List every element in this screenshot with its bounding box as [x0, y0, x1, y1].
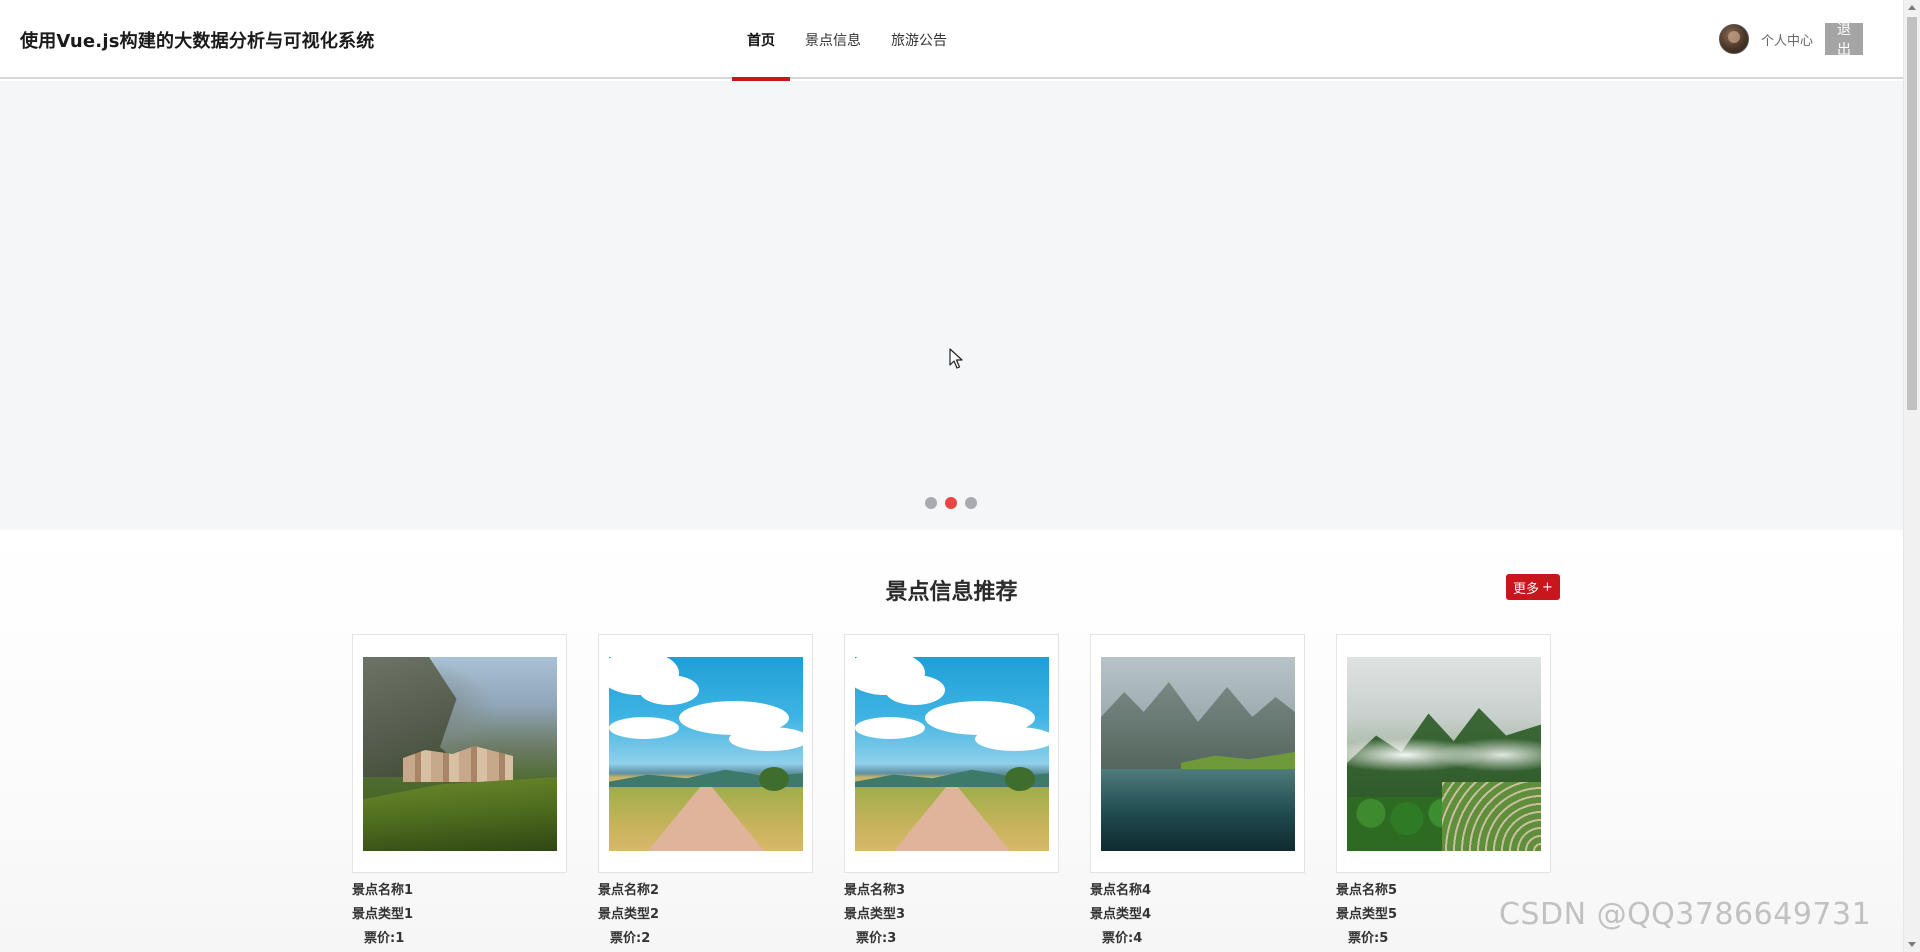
scrollbar-thumb[interactable]: [1907, 17, 1917, 410]
attraction-name[interactable]: 景点名称4: [1090, 879, 1305, 903]
attraction-image-cliff-village[interactable]: [363, 657, 557, 851]
profile-link[interactable]: 个人中心: [1761, 30, 1813, 49]
page-scrollbar[interactable]: [1903, 0, 1920, 952]
site-title: 使用Vue.js构建的大数据分析与可视化系统: [20, 31, 375, 52]
carousel-dot-3[interactable]: [965, 497, 977, 509]
attraction-price: 票价:4: [1102, 931, 1143, 946]
attraction-price: 票价:3: [856, 931, 897, 946]
card-image-frame: [598, 634, 813, 873]
user-area: 个人中心 退出: [1718, 21, 1863, 57]
attraction-name[interactable]: 景点名称1: [352, 879, 567, 903]
attraction-card[interactable]: 景点名称3 景点类型3 票价:3: [844, 634, 1059, 951]
attraction-name[interactable]: 景点名称2: [598, 879, 813, 903]
logout-button[interactable]: 退出: [1825, 21, 1863, 57]
nav-item-label: 景点信息: [805, 32, 861, 49]
attraction-price: 票价:1: [364, 931, 405, 946]
nav-item-label: 旅游公告: [891, 32, 947, 49]
card-info: 景点名称1 景点类型1 票价:1: [352, 873, 567, 951]
scroll-down-arrow-icon[interactable]: [1908, 942, 1916, 947]
attraction-card[interactable]: 景点名称4 景点类型4 票价:4: [1090, 634, 1305, 951]
carousel-indicators: [925, 497, 977, 509]
recommend-section: 景点信息推荐 更多 + 景点名称1 景点类型1 票价:1 景点名称2 景点类型2…: [0, 530, 1903, 952]
card-image-frame: [844, 634, 1059, 873]
nav-item-attractions[interactable]: 景点信息: [790, 0, 876, 79]
more-button[interactable]: 更多 +: [1506, 574, 1560, 600]
top-header: 使用Vue.js构建的大数据分析与可视化系统 首页 景点信息 旅游公告 个人中心…: [0, 0, 1903, 81]
attraction-card[interactable]: 景点名称2 景点类型2 票价:2: [598, 634, 813, 951]
attraction-image-karst-lake[interactable]: [1101, 657, 1295, 851]
main-nav: 首页 景点信息 旅游公告: [732, 0, 962, 81]
attraction-price: 票价:2: [610, 931, 651, 946]
card-info: 景点名称3 景点类型3 票价:3: [844, 873, 1059, 951]
csdn-watermark: CSDN @QQ3786649731: [1499, 897, 1872, 932]
plus-icon: +: [1542, 579, 1553, 595]
banner-carousel[interactable]: [0, 81, 1903, 530]
avatar[interactable]: [1718, 24, 1749, 54]
nav-item-home[interactable]: 首页: [732, 0, 790, 81]
card-info: 景点名称4 景点类型4 票价:4: [1090, 873, 1305, 951]
more-button-label: 更多: [1513, 581, 1540, 597]
mouse-cursor-icon: [949, 348, 963, 369]
nav-item-announcements[interactable]: 旅游公告: [876, 0, 962, 79]
attraction-type: 景点类型2: [598, 907, 660, 922]
attraction-image-country-road[interactable]: [855, 657, 1049, 851]
attraction-type: 景点类型3: [844, 907, 906, 922]
attraction-image-misty-mountains[interactable]: [1347, 657, 1541, 851]
card-image-frame: [1090, 634, 1305, 873]
card-image-frame: [352, 634, 567, 873]
scroll-up-arrow-icon[interactable]: [1908, 5, 1916, 10]
nav-item-label: 首页: [747, 32, 775, 49]
card-info: 景点名称2 景点类型2 票价:2: [598, 873, 813, 951]
attraction-card[interactable]: 景点名称1 景点类型1 票价:1: [352, 634, 567, 951]
carousel-dot-1[interactable]: [925, 497, 937, 509]
attraction-name[interactable]: 景点名称3: [844, 879, 1059, 903]
card-list: 景点名称1 景点类型1 票价:1 景点名称2 景点类型2 票价:2 景点名称3 …: [352, 634, 1551, 951]
attraction-type: 景点类型1: [352, 907, 414, 922]
section-title-text: 景点信息推荐: [885, 580, 1018, 605]
attraction-image-country-road[interactable]: [609, 657, 803, 851]
card-image-frame: [1336, 634, 1551, 873]
attraction-type: 景点类型4: [1090, 907, 1152, 922]
carousel-dot-2[interactable]: [945, 497, 957, 509]
section-title: 景点信息推荐: [0, 574, 1903, 606]
